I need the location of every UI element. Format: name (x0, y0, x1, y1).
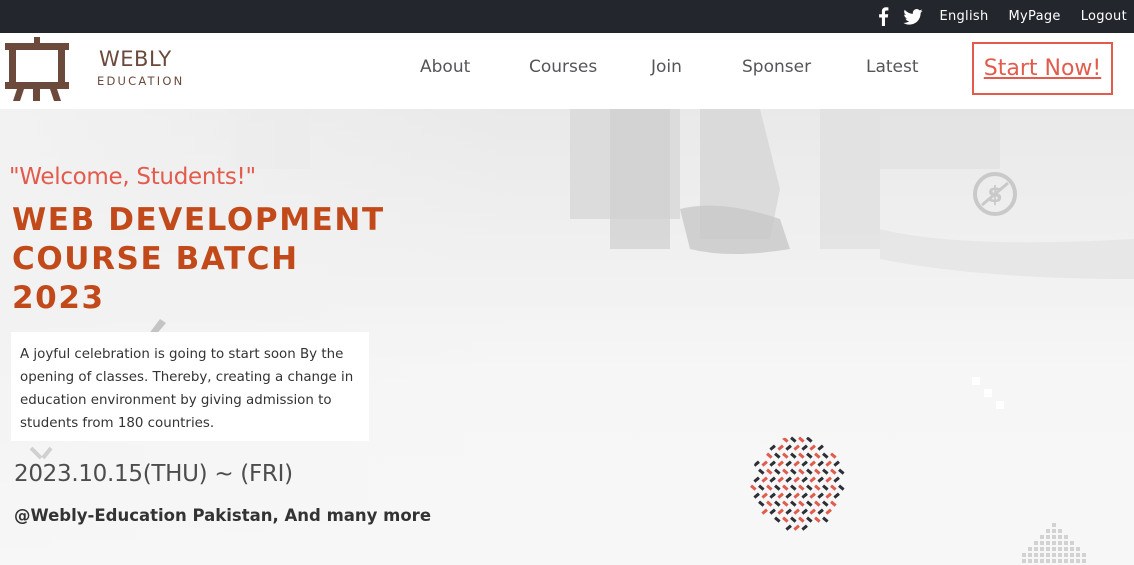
facebook-icon[interactable] (878, 7, 889, 26)
event-date: 2023.10.15(THU) ~ (FRI) (14, 461, 293, 487)
nav-item-about[interactable]: About (420, 57, 470, 77)
easel-logo-icon[interactable] (3, 37, 71, 108)
hero-section: $ (0, 109, 1134, 565)
twitter-icon[interactable] (903, 8, 924, 25)
decorative-dash-circle (750, 436, 846, 532)
language-link[interactable]: English (939, 9, 988, 24)
headline-line-2: COURSE BATCH (12, 241, 299, 277)
nav-item-sponser[interactable]: Sponser (742, 57, 811, 77)
brand-name: WEBLY (99, 47, 172, 71)
welcome-text: "Welcome, Students!" (9, 164, 256, 190)
description-box: A joyful celebration is going to start s… (11, 332, 369, 441)
mypage-link[interactable]: MyPage (1009, 9, 1061, 24)
start-now-button[interactable]: Start Now! (972, 42, 1113, 95)
nav-item-courses[interactable]: Courses (529, 57, 597, 77)
social-links (878, 7, 924, 26)
brand-subtitle: EDUCATION (97, 74, 185, 88)
description-text: A joyful celebration is going to start s… (20, 347, 354, 431)
decorative-dot-pattern (1020, 521, 1090, 565)
headline-line-3: 2023 (12, 280, 105, 316)
nav-item-latest[interactable]: Latest (866, 57, 919, 77)
headline-line-1: WEB DEVELOPMENT (12, 202, 385, 238)
event-venue: @Webly-Education Pakistan, And many more (14, 506, 432, 525)
logout-link[interactable]: Logout (1081, 9, 1127, 24)
brand[interactable]: WEBLY EDUCATION (97, 47, 184, 88)
decorative-squares (972, 377, 1008, 418)
dollar-circle-icon: $ (972, 171, 1018, 222)
course-headline: WEB DEVELOPMENT COURSE BATCH 2023 (12, 201, 385, 318)
nav-item-join[interactable]: Join (651, 57, 682, 77)
top-utility-bar: English MyPage Logout (0, 0, 1134, 33)
site-header: WEBLY EDUCATION About Courses Join Spons… (0, 33, 1134, 109)
